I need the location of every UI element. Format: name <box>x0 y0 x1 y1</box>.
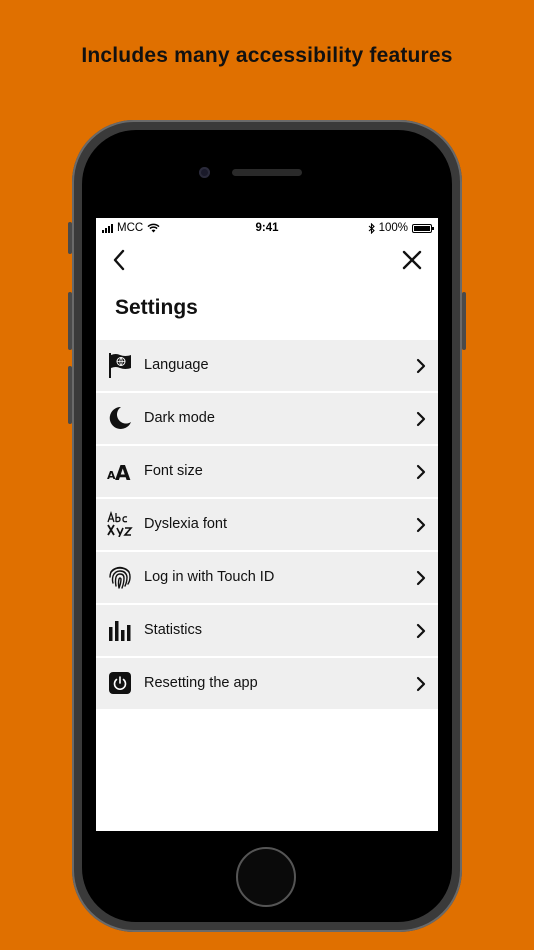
chevron-right-icon <box>416 676 426 692</box>
close-button[interactable] <box>398 246 426 274</box>
battery-icon <box>412 223 434 233</box>
back-button[interactable] <box>108 246 132 274</box>
volume-up-button <box>68 292 72 350</box>
settings-item-label: Font size <box>144 463 203 479</box>
power-button <box>462 292 466 350</box>
flag-globe-icon <box>109 353 131 378</box>
settings-item-dyslexia-font[interactable]: Dyslexia font <box>96 499 438 550</box>
mute-switch <box>68 222 72 254</box>
settings-list: Language Dark mode A A Font size Dyslexi… <box>96 340 438 711</box>
earpiece-speaker <box>232 169 302 176</box>
chevron-left-icon <box>113 249 125 271</box>
settings-item-label: Statistics <box>144 622 203 638</box>
chevron-right-icon <box>416 358 426 374</box>
settings-item-statistics[interactable]: Statistics <box>96 605 438 656</box>
settings-item-language[interactable]: Language <box>96 340 438 391</box>
volume-down-button <box>68 366 72 424</box>
settings-item-touch-id[interactable]: Log in with Touch ID <box>96 552 438 603</box>
settings-item-font-size[interactable]: A A Font size <box>96 446 438 497</box>
dyslexia-font-icon <box>107 511 133 537</box>
settings-item-label: Resetting the app <box>144 675 258 691</box>
home-button[interactable] <box>236 847 296 907</box>
app-screen: MCC 9:41 100% Settings Language Dark mod… <box>96 218 438 831</box>
bluetooth-icon <box>368 222 375 234</box>
page-title: Settings <box>115 296 198 319</box>
promo-headline: Includes many accessibility features <box>81 44 453 67</box>
front-camera <box>199 167 210 178</box>
settings-item-label: Dyslexia font <box>144 516 228 532</box>
chevron-right-icon <box>416 517 426 533</box>
settings-item-dark-mode[interactable]: Dark mode <box>96 393 438 444</box>
svg-text:A: A <box>115 461 131 484</box>
chevron-right-icon <box>416 570 426 586</box>
chevron-right-icon <box>416 411 426 427</box>
moon-icon <box>109 406 131 429</box>
settings-item-label: Log in with Touch ID <box>144 569 275 585</box>
navigation-bar <box>96 242 438 278</box>
settings-item-label: Language <box>144 357 209 373</box>
settings-item-reset-app[interactable]: Resetting the app <box>96 658 438 709</box>
bar-chart-icon <box>109 621 131 641</box>
chevron-right-icon <box>416 623 426 639</box>
status-bar: MCC 9:41 100% <box>96 218 438 238</box>
font-size-icon: A A <box>107 461 131 484</box>
chevron-right-icon <box>416 464 426 480</box>
settings-item-label: Dark mode <box>144 410 215 426</box>
battery-percent: 100% <box>378 222 408 234</box>
close-icon <box>402 250 422 270</box>
fingerprint-icon <box>109 566 131 589</box>
power-icon <box>109 672 131 694</box>
